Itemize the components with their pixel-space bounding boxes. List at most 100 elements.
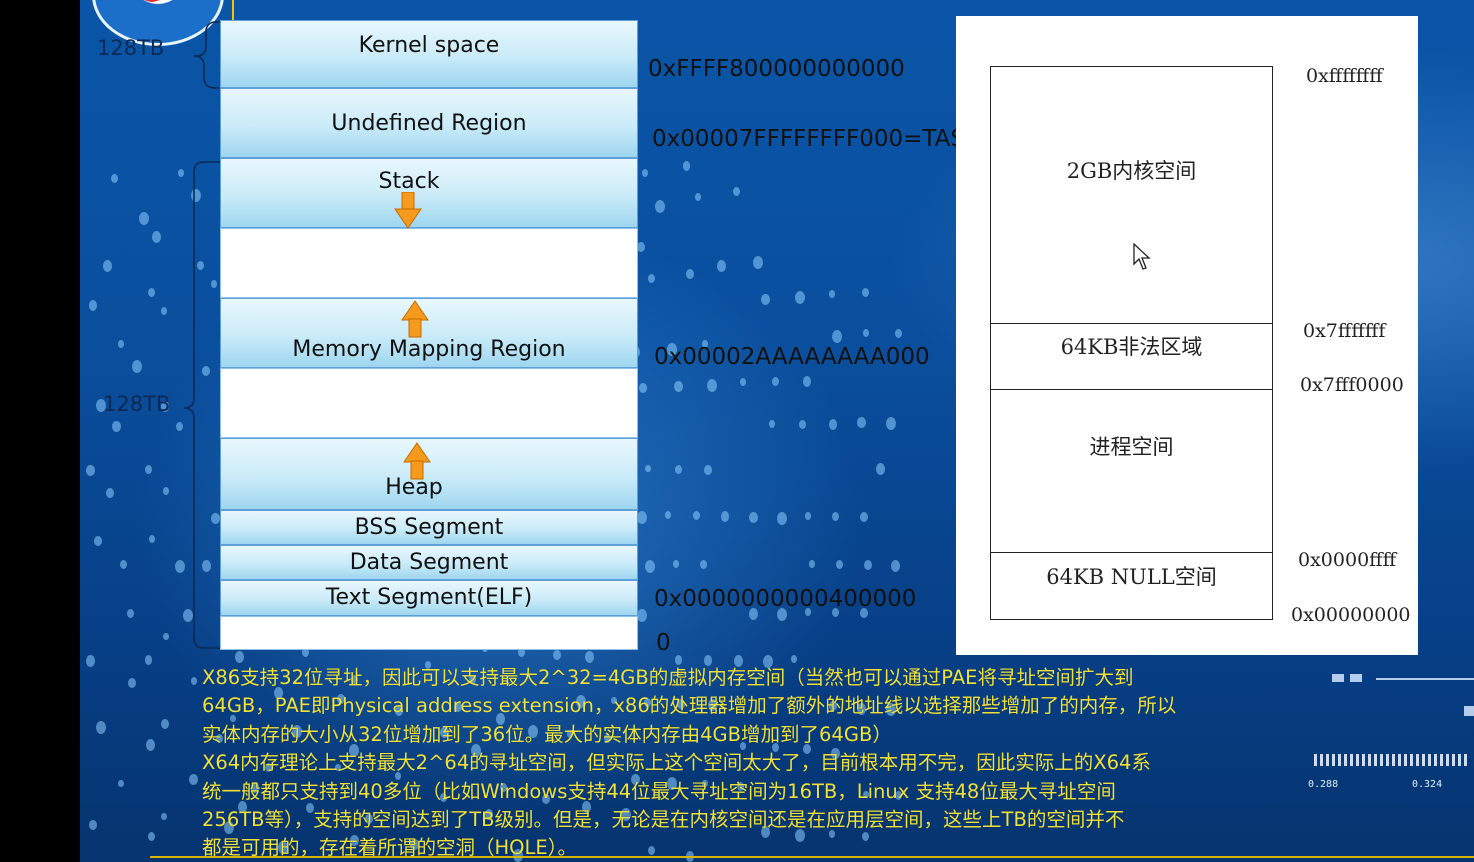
background-dot [716, 260, 726, 272]
background-dot [188, 773, 198, 786]
deco-tick [1386, 754, 1389, 766]
address-user-limit: 0x7fff0000 [1300, 374, 1404, 396]
title-divider [232, 0, 234, 20]
background-dot [145, 655, 153, 665]
background-dot [86, 464, 96, 477]
background-dot [146, 739, 156, 751]
segment-gap-lower [220, 368, 638, 438]
background-dot [861, 288, 869, 298]
address-task-size: 0x00007FFFFFFFF000=TASK [652, 126, 956, 152]
background-dot [673, 380, 683, 393]
background-dot [875, 463, 885, 475]
segment-label: Memory Mapping Region [292, 337, 566, 362]
mouse-cursor-icon [1133, 243, 1151, 270]
deco-tick [1410, 754, 1413, 766]
background-dot [584, 650, 594, 663]
background-dot [86, 655, 96, 668]
background-dot [760, 293, 770, 306]
address-null-end: 0x0000ffff [1298, 549, 1397, 571]
note-line: 实体内存的大小从32位增加到了36位。最大的实体内存由4GB增加到了64GB） [202, 722, 892, 746]
region-process-space: 进程空间 [1089, 435, 1174, 459]
background-dot [699, 560, 707, 570]
background-dot [147, 288, 155, 298]
deco-tick [1392, 754, 1395, 766]
background-dot [89, 819, 98, 831]
background-dot [686, 268, 695, 280]
segment-label: Stack [378, 169, 440, 194]
deco-tick [1398, 754, 1401, 766]
address-text-start: 0x0000000000400000 [654, 586, 917, 612]
background-dot [149, 535, 156, 544]
background-dot [894, 328, 902, 338]
background-dot [836, 560, 844, 570]
background-dot [644, 464, 651, 473]
background-dot [147, 831, 155, 842]
background-dot [769, 419, 776, 428]
bottom-divider [150, 856, 1474, 858]
segment-data: Data Segment [220, 545, 638, 580]
deco-tick [1404, 754, 1407, 766]
background-dot [733, 187, 741, 197]
background-dot [648, 273, 656, 283]
address-kernel-start: 0xFFFF800000000000 [648, 56, 905, 82]
background-dot [637, 609, 648, 623]
background-dot [721, 511, 730, 522]
background-dot [89, 300, 98, 311]
note-line: X64内存理论上支持最大2^64的寻址空间，但实际上这个空间太大了，目前根本用不… [202, 751, 1151, 775]
slide: 128TB 128TB Kernel space Undefined Regio… [80, 0, 1474, 862]
segment-memory-mapping-region: Memory Mapping Region [220, 298, 638, 368]
kernel-size-label: 128TB [97, 36, 165, 60]
background-dot [117, 779, 124, 788]
background-dot [235, 650, 245, 663]
background-dot [831, 330, 842, 344]
background-dot [672, 560, 679, 568]
background-dot [639, 382, 648, 394]
background-dot [94, 535, 103, 546]
background-dot [645, 560, 656, 573]
background-dot [802, 376, 811, 387]
background-dot [828, 289, 835, 298]
x86-address-space-panel: 2GB内核空间 64KB非法区域 进程空间 64KB NULL空间 0xffff… [956, 16, 1418, 655]
address-top: 0xffffffff [1306, 65, 1383, 87]
deco-tick [1422, 754, 1425, 766]
region-divider [991, 552, 1272, 553]
background-dot [890, 560, 900, 572]
background-dot [655, 199, 666, 213]
segment-text: Text Segment(ELF) [220, 580, 638, 616]
background-dot [693, 511, 701, 521]
background-dot [105, 487, 114, 499]
background-dot [131, 360, 142, 374]
background-dot [749, 511, 759, 524]
background-dot [117, 340, 124, 349]
background-dot [863, 329, 870, 338]
background-dot [682, 161, 690, 171]
background-dot [95, 720, 106, 734]
heap-grow-up-arrow-icon [403, 442, 431, 480]
segment-gap-upper [220, 228, 638, 298]
region-divider [991, 389, 1272, 390]
segment-label: Kernel space [358, 33, 500, 58]
background-dot [128, 677, 137, 689]
segment-stack: Stack [220, 158, 638, 228]
segment-label: BSS Segment [354, 515, 504, 540]
address-zero: 0 [656, 630, 671, 656]
background-dot [694, 192, 701, 201]
background-dot [804, 511, 811, 520]
background-dot [857, 416, 867, 429]
deco-block [1464, 706, 1474, 716]
background-dot [103, 260, 113, 272]
background-dot [674, 464, 682, 474]
background-dot [707, 379, 718, 393]
region-kernel-2gb: 2GB内核空间 [1066, 159, 1197, 183]
background-dot [886, 416, 897, 430]
background-dot [665, 510, 672, 519]
address-bottom: 0x00000000 [1291, 604, 1411, 626]
deco-line [1376, 678, 1474, 680]
user-size-label: 128TB [103, 392, 171, 416]
note-line: 64GB，PAE即Physical address extension，x86的… [202, 694, 1177, 718]
explanation-text: X86支持32位寻址，因此可以支持最大2^32=4GB的虚拟内存空间（当然也可以… [202, 664, 1382, 862]
note-line: X86支持32位寻址，因此可以支持最大2^32=4GB的虚拟内存空间（当然也可以… [202, 666, 1134, 689]
note-line: 256TB等），支持的空间达到了TB级别。但是，无论是在内核空间还是在应用层空间… [202, 808, 1125, 832]
background-dot [829, 419, 838, 430]
deco-tick [1434, 754, 1437, 766]
